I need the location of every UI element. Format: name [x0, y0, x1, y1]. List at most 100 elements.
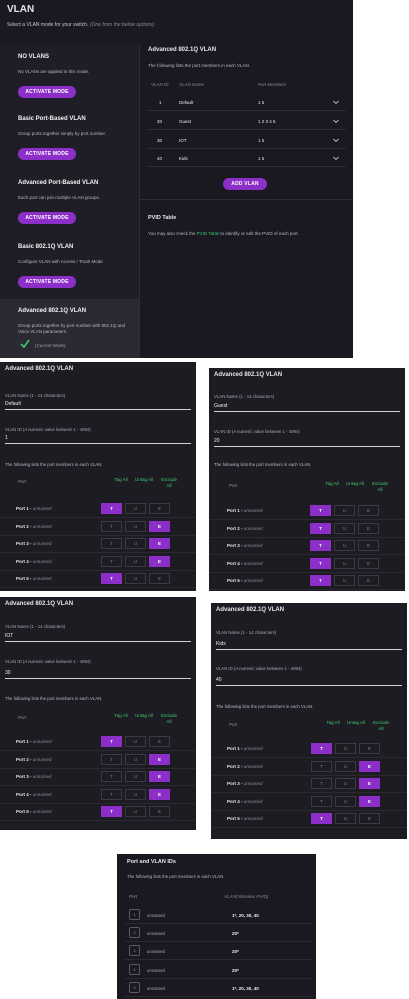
- tag-toggle[interactable]: T: [101, 538, 122, 549]
- chevron-down-icon[interactable]: [332, 117, 340, 125]
- untag-toggle[interactable]: U: [125, 555, 146, 567]
- untag-all-button[interactable]: Untag All: [134, 477, 154, 483]
- activate-mode-button[interactable]: ACTIVATE MODE: [18, 276, 76, 288]
- untag-toggle[interactable]: U: [334, 505, 355, 516]
- exclude-toggle[interactable]: E: [359, 760, 380, 772]
- tag-toggle[interactable]: T: [310, 575, 331, 586]
- exclude-toggle[interactable]: E: [359, 778, 380, 789]
- exclude-all-button[interactable]: Exclude All: [370, 481, 390, 493]
- untag-toggle[interactable]: U: [125, 753, 146, 765]
- tag-all-button[interactable]: Tag All: [322, 481, 342, 487]
- exclude-toggle[interactable]: E: [149, 806, 170, 817]
- exclude-toggle[interactable]: E: [149, 520, 170, 532]
- vlan-id-field[interactable]: 30: [5, 670, 11, 676]
- vlan-name-field[interactable]: Guest: [214, 403, 227, 409]
- activate-mode-button[interactable]: ACTIVATE MODE: [18, 212, 76, 224]
- tag-toggle[interactable]: T: [311, 778, 332, 789]
- tag-toggle[interactable]: T: [101, 520, 122, 532]
- untag-toggle[interactable]: U: [125, 503, 146, 514]
- tag-toggle[interactable]: T: [310, 505, 331, 516]
- exclude-toggle[interactable]: E: [359, 743, 380, 754]
- tag-toggle[interactable]: T: [101, 771, 122, 782]
- exclude-toggle[interactable]: E: [149, 753, 170, 765]
- untag-all-button[interactable]: Untag All: [345, 481, 365, 487]
- exclude-toggle[interactable]: E: [358, 540, 379, 551]
- exclude-all-button[interactable]: Exclude All: [159, 713, 179, 725]
- vlan-id-field[interactable]: 40: [216, 677, 222, 683]
- vlan-name-field[interactable]: Kids: [216, 641, 226, 647]
- tag-toggle[interactable]: T: [101, 806, 122, 817]
- exclude-toggle[interactable]: E: [149, 538, 170, 549]
- tag-toggle[interactable]: T: [311, 760, 332, 772]
- exclude-toggle[interactable]: E: [359, 795, 380, 807]
- exclude-toggle[interactable]: E: [358, 505, 379, 516]
- tag-toggle[interactable]: T: [101, 753, 122, 765]
- vlan-name-field[interactable]: IOT: [5, 633, 13, 639]
- untag-toggle[interactable]: U: [125, 806, 146, 817]
- tag-all-button[interactable]: Tag All: [323, 720, 343, 726]
- tag-toggle[interactable]: T: [311, 795, 332, 807]
- exclude-toggle[interactable]: E: [358, 522, 379, 534]
- untag-toggle[interactable]: U: [335, 743, 356, 754]
- vlan-id-field[interactable]: 1: [5, 435, 8, 441]
- vlan-name-field[interactable]: Default: [5, 401, 21, 407]
- tag-toggle[interactable]: T: [310, 540, 331, 551]
- tag-toggle[interactable]: T: [310, 557, 331, 569]
- tag-all-button[interactable]: Tag All: [111, 477, 131, 483]
- pvid-row[interactable]: 5 unnamed 1*, 20, 30, 40: [125, 979, 313, 997]
- exclude-all-button[interactable]: Exclude All: [371, 720, 391, 732]
- exclude-toggle[interactable]: E: [359, 813, 380, 824]
- tag-all-button[interactable]: Tag All: [111, 713, 131, 719]
- exclude-toggle[interactable]: E: [149, 573, 170, 584]
- pvid-row[interactable]: 3 unnamed 20*: [125, 942, 313, 961]
- vlan-id-field[interactable]: 20: [214, 438, 220, 444]
- untag-toggle[interactable]: U: [334, 522, 355, 534]
- exclude-toggle[interactable]: E: [149, 555, 170, 567]
- activate-mode-button[interactable]: ACTIVATE MODE: [18, 148, 76, 160]
- tag-toggle[interactable]: T: [311, 743, 332, 754]
- untag-toggle[interactable]: U: [335, 778, 356, 789]
- untag-toggle[interactable]: U: [334, 575, 355, 586]
- untag-toggle[interactable]: U: [334, 557, 355, 569]
- vlan-name-label: VLAN Name (1 - 14 characters): [216, 630, 277, 635]
- untag-toggle[interactable]: U: [335, 813, 356, 824]
- chevron-down-icon[interactable]: [332, 154, 340, 162]
- exclude-toggle[interactable]: E: [149, 503, 170, 514]
- pvid-row[interactable]: 1 unnamed 1*, 20, 30, 40: [125, 906, 313, 924]
- exclude-toggle[interactable]: E: [149, 736, 170, 747]
- tag-toggle[interactable]: T: [101, 573, 122, 584]
- exclude-toggle[interactable]: E: [149, 788, 170, 800]
- pvid-row[interactable]: 4 unnamed 20*: [125, 961, 313, 979]
- vlan-row[interactable]: 20 Guest 1 2 3 4 5: [148, 115, 346, 130]
- untag-toggle[interactable]: U: [335, 760, 356, 772]
- untag-toggle[interactable]: U: [125, 520, 146, 532]
- vlan-row[interactable]: 40 Kids 1 5: [148, 152, 346, 167]
- exclude-toggle[interactable]: E: [358, 575, 379, 586]
- untag-toggle[interactable]: U: [125, 788, 146, 800]
- untag-toggle[interactable]: U: [125, 736, 146, 747]
- untag-all-button[interactable]: Untag All: [346, 720, 366, 726]
- tag-toggle[interactable]: T: [311, 813, 332, 824]
- pvid-row[interactable]: 2 unnamed 20*: [125, 924, 313, 943]
- tag-toggle[interactable]: T: [101, 736, 122, 747]
- vlan-row[interactable]: 1 Default 1 5: [148, 96, 346, 111]
- chevron-down-icon[interactable]: [332, 98, 340, 106]
- vlan-row[interactable]: 30 IOT 1 5: [148, 134, 346, 149]
- untag-toggle[interactable]: U: [125, 538, 146, 549]
- untag-toggle[interactable]: U: [125, 573, 146, 584]
- activate-mode-button[interactable]: ACTIVATE MODE: [18, 86, 76, 98]
- untag-toggle[interactable]: U: [125, 771, 146, 782]
- chevron-down-icon[interactable]: [332, 136, 340, 144]
- exclude-toggle[interactable]: E: [358, 557, 379, 569]
- tag-toggle[interactable]: T: [101, 555, 122, 567]
- exclude-all-button[interactable]: Exclude All: [159, 477, 179, 489]
- tag-toggle[interactable]: T: [101, 788, 122, 800]
- exclude-toggle[interactable]: E: [149, 771, 170, 782]
- untag-toggle[interactable]: U: [335, 795, 356, 807]
- add-vlan-button[interactable]: ADD VLAN: [223, 178, 267, 190]
- untag-all-button[interactable]: Untag All: [134, 713, 154, 719]
- pvid-table-link[interactable]: PVID Table: [197, 231, 219, 236]
- untag-toggle[interactable]: U: [334, 540, 355, 551]
- tag-toggle[interactable]: T: [310, 522, 331, 534]
- tag-toggle[interactable]: T: [101, 503, 122, 514]
